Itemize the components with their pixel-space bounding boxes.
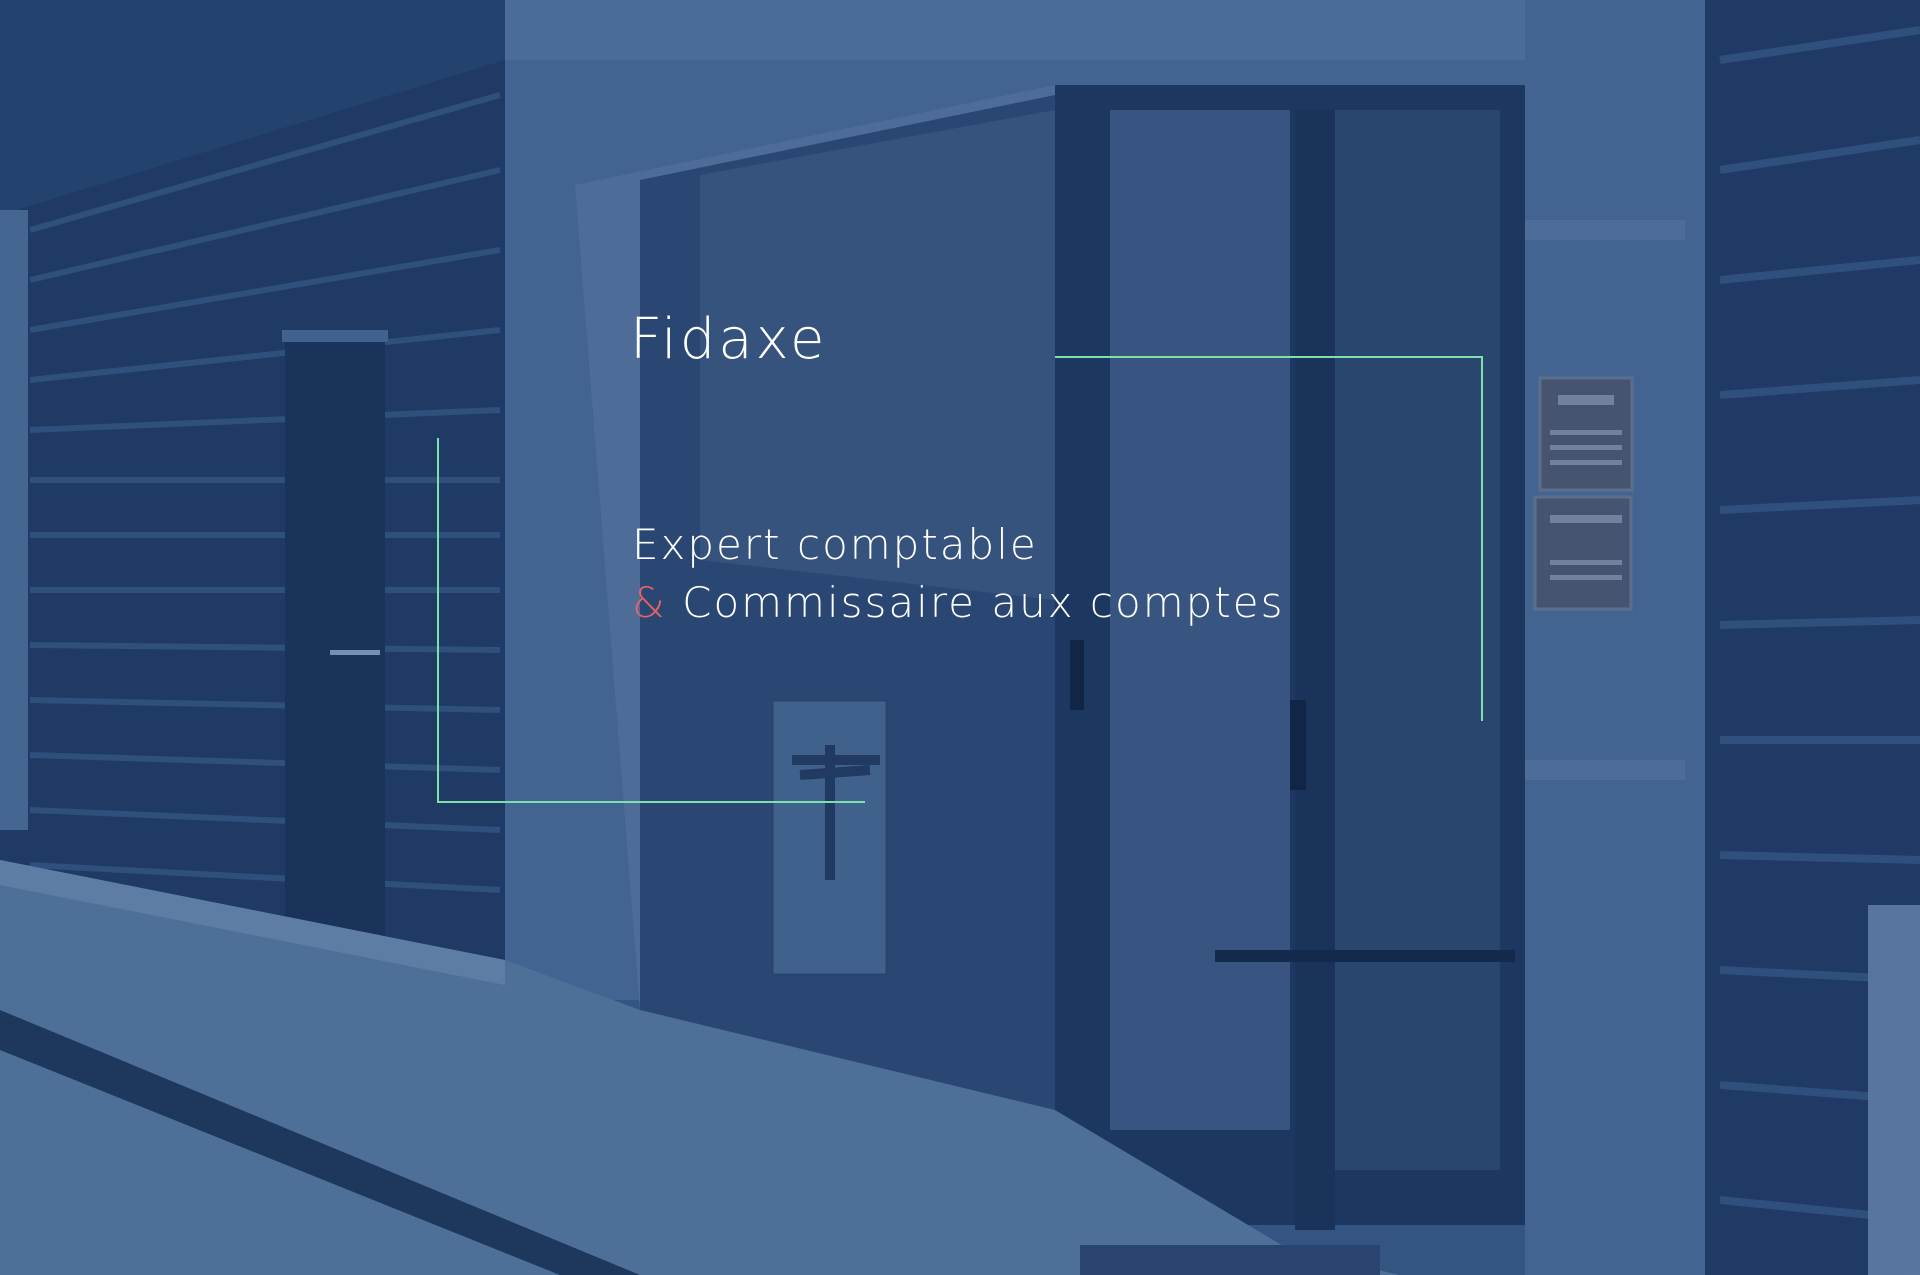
brand-title: Fidaxe <box>630 307 828 372</box>
accent-line-right-vertical <box>1481 356 1483 721</box>
tagline-line-1: Expert comptable <box>632 520 1038 569</box>
accent-line-top-horizontal <box>1055 356 1483 358</box>
ampersand-accent: & <box>632 578 667 627</box>
accent-line-bottom-horizontal <box>437 801 865 803</box>
hero-banner: Fidaxe Expert comptable & Commissaire au… <box>0 0 1920 1275</box>
tagline-line-2-text: Commissaire aux comptes <box>682 578 1285 627</box>
tagline: Expert comptable & Commissaire aux compt… <box>632 516 1284 632</box>
tagline-line-2: & Commissaire aux comptes <box>632 574 1284 632</box>
blue-overlay <box>0 0 1920 1275</box>
accent-line-left-vertical <box>437 438 439 803</box>
